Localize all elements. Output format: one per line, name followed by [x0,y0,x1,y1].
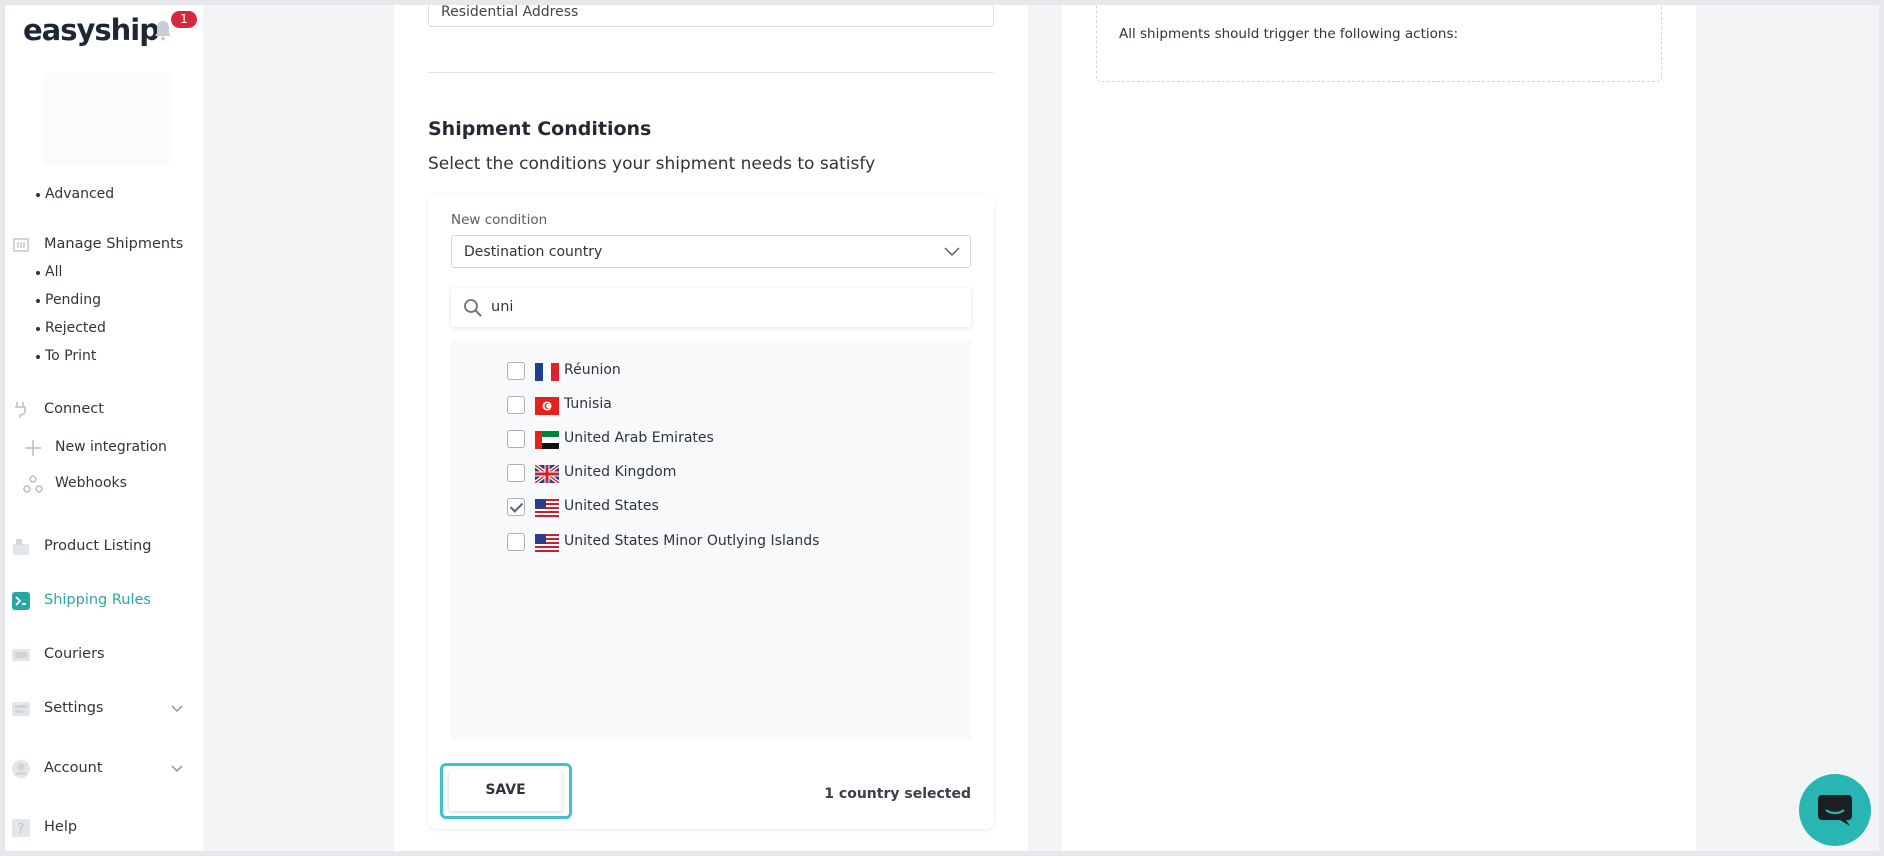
section-subtitle: Select the conditions your shipment need… [428,154,876,174]
actions-description: All shipments should trigger the followi… [1119,26,1459,42]
list-item[interactable]: United States Minor Outlying Islands [507,530,947,554]
webhook-icon [23,475,43,493]
save-button[interactable]: SAVE [449,770,562,811]
actions-panel: All shipments should trigger the followi… [1062,5,1696,851]
chevron-down-icon [944,247,960,257]
sidebar-item-label: Help [44,819,78,835]
sidebar-item-label: Manage Shipments [44,236,184,252]
sidebar-item-connect[interactable]: Connect [5,398,203,424]
sidebar-item-shipping-rules[interactable]: Shipping Rules [5,589,203,615]
plus-icon [25,440,41,456]
sidebar-item-label: Webhooks [55,475,127,491]
sidebar: easyship 1 Advanced Manage Shipments All… [5,5,203,851]
plug-icon [15,402,26,418]
flag-usa-icon [535,534,559,552]
settings-icon [12,702,30,716]
search-input[interactable] [491,296,951,318]
country-name: United States Minor Outlying Islands [564,533,820,549]
flag-uk-icon [535,465,559,483]
country-checkbox[interactable] [507,533,525,551]
list-item[interactable]: Réunion [507,359,947,383]
sidebar-item-all[interactable]: All [35,264,62,280]
box-icon [13,539,29,555]
sidebar-item-product-listing[interactable]: Product Listing [5,535,203,561]
actions-dropzone[interactable]: All shipments should trigger the followi… [1096,5,1662,82]
flag-tunisia-icon [535,397,559,415]
new-condition-label: New condition [451,212,548,228]
sidebar-item-account[interactable]: Account [5,757,203,783]
selected-count: 1 country selected [824,786,971,802]
bell-icon[interactable] [153,19,173,41]
country-checkbox[interactable] [507,396,525,414]
easyship-logo[interactable]: easyship [23,13,160,47]
condition-card: New condition Destination country uni Ré… [428,195,994,829]
country-checkbox[interactable] [507,498,525,516]
condition-select-value: Destination country [464,244,603,260]
sidebar-item-manage-shipments[interactable]: Manage Shipments [5,233,203,259]
country-list: Réunion Tunisia United Arab Emirates Uni… [451,341,971,739]
user-icon [12,760,30,778]
country-name: United States [564,498,659,514]
list-item[interactable]: United States [507,495,947,519]
sidebar-item-couriers[interactable]: Couriers [5,643,203,669]
flag-france-icon [535,363,559,381]
sidebar-item-label: Product Listing [44,538,152,554]
sidebar-item-settings[interactable]: Settings [5,697,203,723]
app-frame: easyship 1 Advanced Manage Shipments All… [5,5,1879,851]
rule-form-panel: Residential Address Shipment Conditions … [394,5,1028,851]
sidebar-item-rejected[interactable]: Rejected [36,320,106,336]
sidebar-item-label: New integration [55,439,167,455]
chat-bubble-icon [1818,795,1852,826]
condition-select[interactable]: Destination country [451,235,971,268]
sidebar-item-label: Account [44,760,103,776]
svg-text:?: ? [18,822,25,837]
barcode-icon [13,238,29,252]
chevron-down-icon [171,765,183,772]
company-logo-placeholder [43,73,171,165]
sidebar-item-help[interactable]: ? Help [5,816,203,842]
chevron-down-icon [171,705,183,712]
flag-uae-icon [535,431,559,449]
section-title: Shipment Conditions [428,118,652,140]
sidebar-item-pending[interactable]: Pending [36,292,101,308]
residential-address-field[interactable]: Residential Address [428,5,994,27]
sidebar-item-label: Couriers [44,646,105,662]
courier-icon [12,649,30,661]
notification-badge: 1 [171,11,197,28]
country-name: Tunisia [564,396,612,412]
shipping-rules-icon [12,592,30,610]
chat-button[interactable] [1799,774,1871,846]
country-name: United Kingdom [564,464,677,480]
sidebar-item-to-print[interactable]: To Print [35,348,96,364]
sidebar-item-label: Connect [44,401,104,417]
list-item[interactable]: United Arab Emirates [507,427,947,451]
divider [428,72,994,73]
flag-usa-icon [535,499,559,517]
help-icon: ? [12,819,30,837]
list-item[interactable]: Tunisia [507,393,947,417]
country-checkbox[interactable] [507,464,525,482]
sidebar-item-label: Shipping Rules [44,592,151,608]
country-name: United Arab Emirates [564,430,714,446]
list-item[interactable]: United Kingdom [507,461,947,485]
country-name: Réunion [564,362,621,378]
sidebar-item-label: Settings [44,700,104,716]
country-search [451,288,971,327]
search-icon [464,299,482,317]
sidebar-item-advanced[interactable]: Advanced [35,186,114,202]
country-checkbox[interactable] [507,362,525,380]
country-checkbox[interactable] [507,430,525,448]
